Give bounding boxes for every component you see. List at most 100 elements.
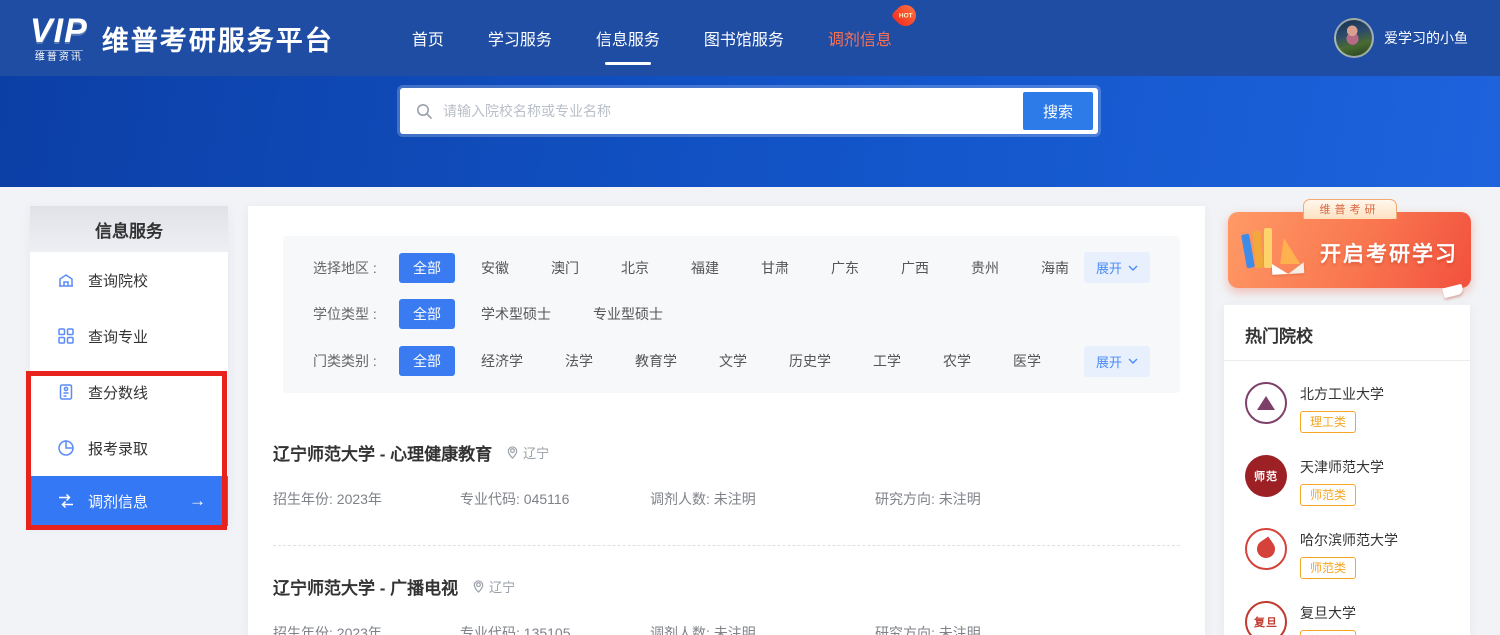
sidebar-item-query-majors[interactable]: 查询专业: [30, 308, 228, 364]
filter-option[interactable]: 经济学: [481, 351, 523, 371]
sidebar-item-label: 查分数线: [88, 382, 148, 403]
search-bar: 搜索: [400, 88, 1098, 134]
filter-label: 选择地区 :: [313, 258, 399, 278]
university-name[interactable]: 复旦大学: [1300, 601, 1356, 623]
sidebar-item-label: 查询专业: [88, 326, 148, 347]
transfer-icon: [57, 492, 75, 510]
university-category-tag: 师范类: [1300, 484, 1356, 506]
study-promo-banner[interactable]: 维普考研 开启考研学习: [1228, 212, 1471, 288]
page: VIP 维普资讯 维普考研服务平台 首页 学习服务 信息服务 图书馆服务 调剂信…: [0, 0, 1500, 635]
filter-option[interactable]: 教育学: [635, 351, 677, 371]
filter-option[interactable]: 广东: [831, 258, 859, 278]
filter-option[interactable]: 文学: [719, 351, 747, 371]
filter-row-discipline: 门类类别 : 全部 经济学 法学 教育学 文学 历史学 工学 农学 医学 展开: [313, 346, 1150, 377]
filter-option[interactable]: 工学: [873, 351, 901, 371]
header: VIP 维普资讯 维普考研服务平台 首页 学习服务 信息服务 图书馆服务 调剂信…: [0, 0, 1500, 76]
banner-title: 开启考研学习: [1320, 238, 1458, 268]
filter-option[interactable]: 医学: [1013, 351, 1041, 371]
sidebar-item-label: 调剂信息: [88, 491, 148, 512]
nav-item-transfer-info-label: 调剂信息: [828, 32, 892, 49]
filter-panel: 选择地区 : 全部 安徽 澳门 北京 福建 甘肃 广东 广西 贵州 海南 展开: [283, 236, 1180, 393]
expand-button[interactable]: 展开: [1084, 346, 1150, 377]
building-icon: [57, 271, 75, 289]
university-item-hrbnu[interactable]: 哈尔滨师范大学 师范类: [1245, 528, 1449, 579]
hot-flame-icon: HOT: [891, 1, 921, 31]
logo-subtext: 维普资讯: [35, 50, 83, 63]
filter-option[interactable]: 澳门: [551, 258, 579, 278]
hot-universities-title: 热门院校: [1224, 305, 1470, 360]
pie-chart-icon: [57, 439, 75, 457]
filter-option[interactable]: 甘肃: [761, 258, 789, 278]
nav-item-transfer-info[interactable]: 调剂信息 HOT: [828, 26, 892, 50]
main-content-card: 选择地区 : 全部 安徽 澳门 北京 福建 甘肃 广东 广西 贵州 海南 展开: [248, 206, 1205, 635]
filter-option[interactable]: 贵州: [971, 258, 999, 278]
filter-option[interactable]: 福建: [691, 258, 719, 278]
nav-item-information-services[interactable]: 信息服务: [596, 26, 660, 50]
sidebar-title: 信息服务: [30, 206, 228, 252]
filter-option[interactable]: 农学: [943, 351, 971, 371]
university-name[interactable]: 北方工业大学: [1300, 382, 1384, 404]
university-category-tag: 综合类: [1300, 630, 1356, 635]
nav-item-home[interactable]: 首页: [412, 26, 444, 50]
filter-label: 门类类别 :: [313, 351, 399, 371]
user-avatar[interactable]: [1334, 18, 1374, 58]
nav-item-learning-services[interactable]: 学习服务: [488, 26, 552, 50]
sidebar-info-services: 信息服务 查询院校 查询专业: [30, 206, 228, 526]
search-button[interactable]: 搜索: [1023, 92, 1093, 130]
filter-option[interactable]: 海南: [1041, 258, 1069, 278]
listing-location-label: 辽宁: [489, 577, 515, 596]
filter-option[interactable]: 法学: [565, 351, 593, 371]
university-item-fudan[interactable]: 复旦 复旦大学 综合类: [1245, 601, 1449, 635]
sidebar-item-label: 报考录取: [88, 438, 148, 459]
sidebar-item-score-lines[interactable]: 查分数线: [30, 364, 228, 420]
expand-button[interactable]: 展开: [1084, 252, 1150, 283]
listing-meta: 招生年份: 2023年 专业代码: 045116 调剂人数: 未注明 研究方向:…: [273, 489, 1180, 509]
filter-row-region: 选择地区 : 全部 安徽 澳门 北京 福建 甘肃 广东 广西 贵州 海南 展开: [313, 252, 1150, 283]
university-name[interactable]: 哈尔滨师范大学: [1300, 528, 1398, 550]
sidebar-item-query-schools[interactable]: 查询院校: [30, 252, 228, 308]
location-pin-icon: [472, 580, 485, 593]
sidebar-item-label: 查询院校: [88, 270, 148, 291]
listing-item: 辽宁师范大学 - 心理健康教育 辽宁 招生年份: 2023年 专业代码: 045…: [273, 434, 1180, 545]
university-category-tag: 师范类: [1300, 557, 1356, 579]
nav-item-library-services[interactable]: 图书馆服务: [704, 26, 784, 50]
logo[interactable]: VIP 维普资讯 维普考研服务平台: [30, 14, 334, 63]
user-name: 爱学习的小鱼: [1384, 28, 1468, 48]
filter-all-chip[interactable]: 全部: [399, 253, 455, 283]
filter-all-chip[interactable]: 全部: [399, 299, 455, 329]
hot-universities-card: 热门院校 北方工业大学 理工类 师范 天津师范大学 师范类 哈: [1224, 305, 1470, 635]
sidebar-item-transfer-info[interactable]: 调剂信息 →: [30, 476, 228, 526]
filter-option[interactable]: 广西: [901, 258, 929, 278]
university-item-ncut[interactable]: 北方工业大学 理工类: [1245, 382, 1449, 433]
listing-meta: 招生年份: 2023年 专业代码: 135105 调剂人数: 未注明 研究方向:…: [273, 623, 1180, 635]
filter-option[interactable]: 学术型硕士: [481, 304, 551, 324]
filter-option[interactable]: 北京: [621, 258, 649, 278]
main-nav: 首页 学习服务 信息服务 图书馆服务 调剂信息 HOT: [412, 26, 892, 50]
banner-tab-label: 维普考研: [1303, 199, 1397, 219]
university-item-tjnu[interactable]: 师范 天津师范大学 师范类: [1245, 455, 1449, 506]
university-seal-icon: [1245, 528, 1287, 570]
university-category-tag: 理工类: [1300, 411, 1356, 433]
filter-options: 安徽 澳门 北京 福建 甘肃 广东 广西 贵州 海南: [481, 258, 1069, 278]
filter-options: 经济学 法学 教育学 文学 历史学 工学 农学 医学: [481, 351, 1041, 371]
listing-title[interactable]: 辽宁师范大学 - 心理健康教育: [273, 440, 492, 465]
sidebar-item-admission[interactable]: 报考录取: [30, 420, 228, 476]
logo-mark-text: VIP: [30, 14, 88, 48]
filter-option[interactable]: 安徽: [481, 258, 509, 278]
filter-option[interactable]: 专业型硕士: [593, 304, 663, 324]
listings: 辽宁师范大学 - 心理健康教育 辽宁 招生年份: 2023年 专业代码: 045…: [273, 434, 1180, 635]
arrow-right-icon: →: [189, 491, 206, 511]
search-input[interactable]: [443, 103, 1013, 119]
listing-location: 辽宁: [506, 443, 549, 462]
books-illustration-icon: [1242, 224, 1312, 276]
user-menu[interactable]: 爱学习的小鱼: [1334, 18, 1468, 58]
university-seal-icon: 复旦: [1245, 601, 1287, 635]
listing-location-label: 辽宁: [523, 443, 549, 462]
filter-option[interactable]: 历史学: [789, 351, 831, 371]
listing-title[interactable]: 辽宁师范大学 - 广播电视: [273, 574, 458, 599]
university-name[interactable]: 天津师范大学: [1300, 455, 1384, 477]
hero-band: 搜索: [0, 76, 1500, 187]
filter-all-chip[interactable]: 全部: [399, 346, 455, 376]
site-title: 维普考研服务平台: [102, 19, 334, 58]
listing-location: 辽宁: [472, 577, 515, 596]
